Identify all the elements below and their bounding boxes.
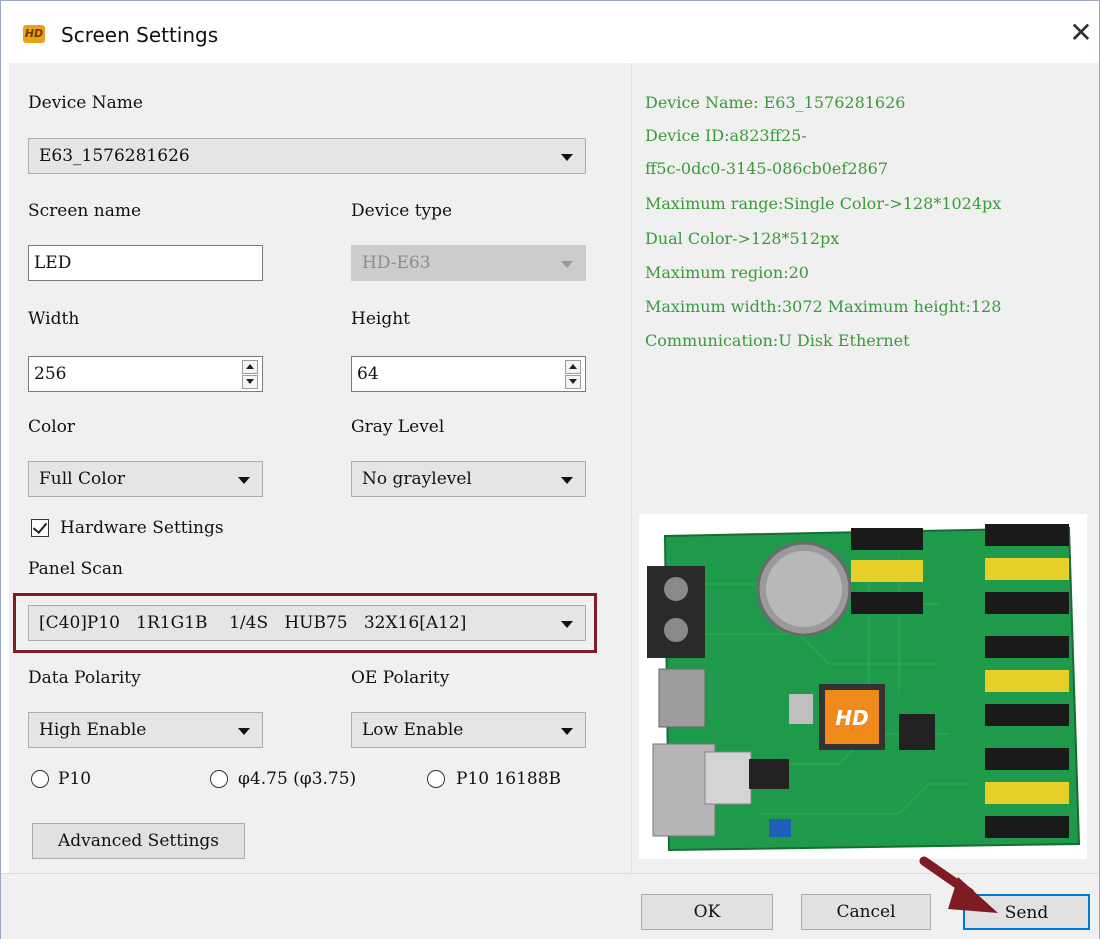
chevron-down-icon xyxy=(561,154,573,161)
spin-down-icon[interactable] xyxy=(242,375,258,389)
oe-polarity-value: Low Enable xyxy=(362,720,464,740)
device-name-value: E63_1576281626 xyxy=(39,146,190,166)
chevron-down-icon xyxy=(561,477,573,484)
chip-logo-text: HD xyxy=(835,706,868,730)
gray-level-select[interactable]: No graylevel xyxy=(351,461,586,497)
panel-scan-select[interactable]: [C40]P10 1R1G1B 1/4S HUB75 32X16[A12] xyxy=(28,605,586,641)
height-stepper[interactable]: 64 xyxy=(351,356,586,392)
radio-p10[interactable] xyxy=(31,770,49,788)
data-polarity-label: Data Polarity xyxy=(28,668,141,688)
info-dual-color: Dual Color->128*512px xyxy=(645,229,840,248)
chevron-down-icon xyxy=(238,477,250,484)
device-type-select: HD-E63 xyxy=(351,245,586,281)
info-device-name: Device Name: E63_1576281626 xyxy=(645,93,906,112)
hardware-settings-checkbox[interactable] xyxy=(31,519,49,537)
hardware-settings-label: Hardware Settings xyxy=(60,518,224,538)
controller-board-image: HD xyxy=(639,514,1087,859)
info-max-region: Maximum region:20 xyxy=(645,263,809,282)
screen-name-label: Screen name xyxy=(28,201,142,221)
advanced-settings-button[interactable]: Advanced Settings xyxy=(32,823,245,859)
panel-scan-value: [C40]P10 1R1G1B 1/4S HUB75 32X16[A12] xyxy=(39,613,467,633)
radio-p10-16188b[interactable] xyxy=(427,770,445,788)
width-value: 256 xyxy=(34,364,67,384)
device-type-label: Device type xyxy=(351,201,453,221)
chevron-down-icon xyxy=(561,261,573,268)
height-label: Height xyxy=(351,309,410,329)
cancel-button[interactable]: Cancel xyxy=(801,894,931,930)
spin-up-icon[interactable] xyxy=(565,360,581,374)
device-name-label: Device Name xyxy=(28,93,143,113)
info-max-range: Maximum range:Single Color->128*1024px xyxy=(645,194,1002,213)
device-name-select[interactable]: E63_1576281626 xyxy=(28,138,586,174)
info-device-id-cont: ff5c-0dc0-3145-086cb0ef2867 xyxy=(645,159,889,178)
app-logo-icon: HD xyxy=(23,25,45,43)
title-bar: HD Screen Settings ✕ xyxy=(1,1,1099,63)
device-type-value: HD-E63 xyxy=(362,253,431,273)
screen-settings-dialog: HD Screen Settings ✕ Device Name E63_157… xyxy=(0,0,1100,939)
chevron-down-icon xyxy=(561,728,573,735)
height-spin-buttons[interactable] xyxy=(565,360,581,389)
screen-name-input[interactable]: LED xyxy=(28,245,263,281)
radio-p475-label: φ4.75 (φ3.75) xyxy=(238,769,357,789)
info-device-id: Device ID:a823ff25- xyxy=(645,126,807,145)
height-value: 64 xyxy=(357,364,379,384)
color-value: Full Color xyxy=(39,469,126,489)
color-label: Color xyxy=(28,417,76,437)
oe-polarity-label: OE Polarity xyxy=(351,668,450,688)
data-polarity-value: High Enable xyxy=(39,720,147,740)
data-polarity-select[interactable]: High Enable xyxy=(28,712,263,748)
ok-button[interactable]: OK xyxy=(641,894,773,930)
width-spin-buttons[interactable] xyxy=(242,360,258,389)
spin-down-icon[interactable] xyxy=(565,375,581,389)
panel-scan-label: Panel Scan xyxy=(28,559,123,579)
close-icon[interactable]: ✕ xyxy=(1065,17,1097,49)
oe-polarity-select[interactable]: Low Enable xyxy=(351,712,586,748)
controller-board-illustration: HD xyxy=(647,524,1081,852)
info-max-size: Maximum width:3072 Maximum height:128 xyxy=(645,297,1002,316)
radio-p10-label: P10 xyxy=(58,769,92,789)
width-stepper[interactable]: 256 xyxy=(28,356,263,392)
annotation-arrow-icon xyxy=(919,856,998,913)
chevron-down-icon xyxy=(238,728,250,735)
gray-level-label: Gray Level xyxy=(351,417,445,437)
chevron-down-icon xyxy=(561,621,573,628)
radio-p475[interactable] xyxy=(210,770,228,788)
width-label: Width xyxy=(28,309,80,329)
color-select[interactable]: Full Color xyxy=(28,461,263,497)
gray-level-value: No graylevel xyxy=(362,469,472,489)
spin-up-icon[interactable] xyxy=(242,360,258,374)
radio-p10-16188b-label: P10 16188B xyxy=(456,769,562,789)
window-title: Screen Settings xyxy=(61,23,219,47)
info-communication: Communication:U Disk Ethernet xyxy=(645,331,910,350)
